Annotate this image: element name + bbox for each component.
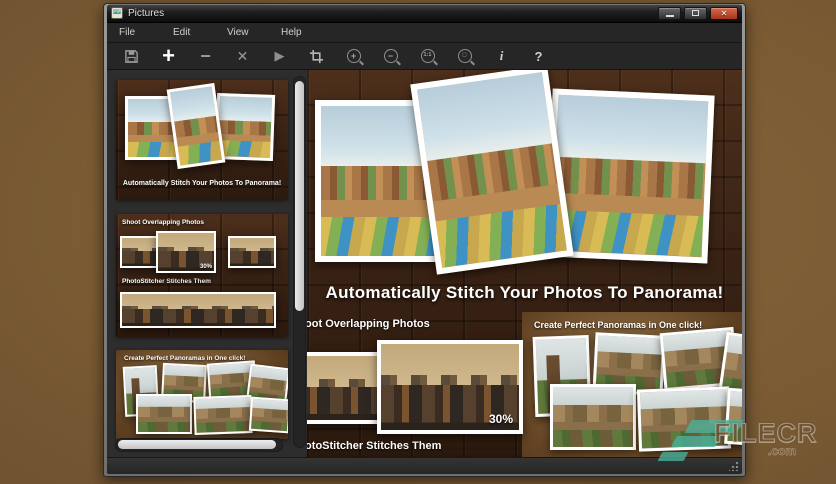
menu-file[interactable]: File — [119, 27, 173, 38]
window-title: Pictures — [128, 7, 165, 19]
zoom-out-button[interactable]: − — [372, 43, 409, 69]
panel-title: Create Perfect Panoramas in One click! — [534, 320, 703, 330]
menu-bar: File Edit View Help — [107, 23, 742, 43]
panel-subtitle: PhotoStitcher Stitches Them — [307, 440, 442, 452]
sidebar-vertical-scrollbar[interactable] — [293, 76, 306, 448]
help-button[interactable]: ? — [520, 43, 557, 69]
preview-photo: 30% — [377, 340, 523, 434]
maximize-button[interactable] — [684, 6, 707, 20]
add-photos-button[interactable]: + — [150, 43, 187, 69]
zoom-actual-size-icon: 1:1 — [420, 49, 435, 63]
thumbnail-sidebar: Automatically Stitch Your Photos To Pano… — [107, 70, 307, 457]
thumb-photo: 30% — [156, 231, 216, 273]
remove-photo-icon: − — [200, 46, 211, 66]
scrollbar-thumb[interactable] — [118, 440, 276, 449]
crop-icon — [309, 49, 324, 63]
menu-edit[interactable]: Edit — [173, 27, 227, 38]
remove-photo-button[interactable]: − — [187, 43, 224, 69]
titlebar[interactable]: Pictures ✕ — [107, 4, 742, 23]
thumbnail-caption: Automatically Stitch Your Photos To Pano… — [122, 180, 282, 187]
thumbnail-stitch-promo[interactable]: Automatically Stitch Your Photos To Pano… — [116, 80, 288, 200]
promo-panel-oneclick: Create Perfect Panoramas in One click! — [522, 312, 742, 457]
thumb-photo — [214, 93, 276, 161]
panel-title: Shoot Overlapping Photos — [307, 318, 430, 330]
maximize-icon — [692, 10, 699, 16]
delete-all-button[interactable]: ✕ — [224, 43, 261, 69]
minimize-icon — [665, 14, 674, 17]
zoom-fit-button[interactable]: ◻ — [446, 43, 483, 69]
toolbar: + − ✕ ▶ + − 1:1 ◻ i ? — [107, 43, 742, 70]
stitch-run-icon: ▶ — [274, 48, 285, 63]
status-bar — [107, 457, 742, 474]
close-button[interactable]: ✕ — [710, 6, 738, 20]
app-icon — [111, 7, 123, 19]
zoom-out-icon: − — [383, 49, 398, 63]
preview-photo — [724, 387, 742, 449]
app-window: Pictures ✕ File Edit View Help + − ✕ ▶ +… — [103, 3, 746, 477]
content-area: Automatically Stitch Your Photos To Pano… — [107, 70, 742, 457]
thumbnail-overlap-promo[interactable]: Shoot Overlapping Photos 30% PhotoStitch… — [116, 214, 288, 337]
zoom-in-icon: + — [346, 49, 361, 63]
menu-view[interactable]: View — [227, 27, 281, 38]
save-icon — [125, 49, 138, 63]
promo-headline: Automatically Stitch Your Photos To Pano… — [325, 283, 724, 302]
preview-photo — [550, 384, 636, 450]
info-button[interactable]: i — [483, 43, 520, 69]
thumb-photo — [193, 394, 253, 436]
overlap-label: 30% — [199, 264, 212, 270]
preview-photo — [636, 386, 732, 452]
resize-grip-icon[interactable] — [729, 461, 739, 471]
thumb-photo — [248, 396, 288, 434]
overlap-label: 30% — [488, 412, 513, 426]
window-controls: ✕ — [658, 6, 738, 20]
info-icon: i — [499, 48, 504, 63]
zoom-in-button[interactable]: + — [335, 43, 372, 69]
close-icon: ✕ — [720, 8, 728, 18]
thumbnail-oneclick-promo[interactable]: Create Perfect Panoramas in One click! — [116, 350, 288, 439]
zoom-actual-size-button[interactable]: 1:1 — [409, 43, 446, 69]
stitch-run-button[interactable]: ▶ — [261, 43, 298, 69]
minimize-button[interactable] — [658, 6, 681, 20]
menu-help[interactable]: Help — [281, 27, 335, 38]
thumb-photo — [136, 394, 192, 434]
zoom-fit-icon: ◻ — [457, 49, 472, 63]
save-button[interactable] — [113, 43, 150, 69]
thumbnail-caption: PhotoStitcher Stitches Them — [122, 278, 211, 285]
scrollbar-thumb[interactable] — [295, 81, 304, 311]
crop-button[interactable] — [298, 43, 335, 69]
preview-canvas[interactable]: Automatically Stitch Your Photos To Pano… — [307, 70, 742, 457]
watermark-tld: .com — [768, 444, 797, 459]
thumbnail-caption: Shoot Overlapping Photos — [122, 219, 204, 226]
preview-photo — [410, 70, 574, 275]
thumb-photo — [228, 236, 276, 268]
help-icon: ? — [534, 48, 543, 64]
sidebar-horizontal-scrollbar[interactable] — [115, 438, 283, 452]
thumb-photo — [120, 292, 276, 328]
delete-all-icon: ✕ — [236, 47, 249, 64]
add-photos-icon: + — [162, 43, 175, 68]
thumbnail-caption: Create Perfect Panoramas in One click! — [124, 355, 246, 362]
